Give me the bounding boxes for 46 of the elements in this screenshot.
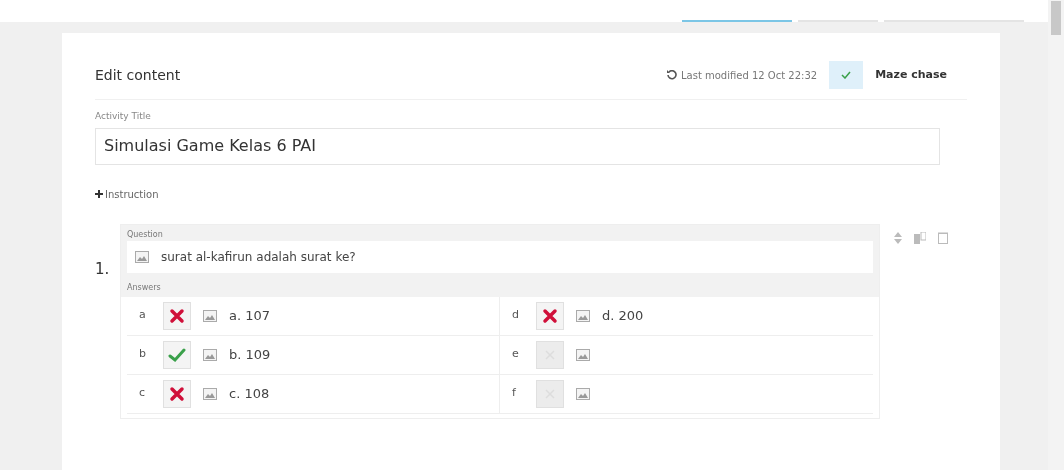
image-icon[interactable] [576, 348, 590, 361]
answer-letter: a [139, 307, 147, 324]
image-icon[interactable] [203, 309, 217, 322]
delete-icon[interactable] [938, 231, 948, 244]
cross-icon [542, 307, 558, 324]
field-label: Answers [127, 281, 162, 294]
field-label: Activity Title [95, 110, 152, 123]
answer-text[interactable]: b. 109 [229, 344, 271, 365]
answer-toggle[interactable] [163, 379, 191, 408]
answer-toggle[interactable] [536, 379, 564, 408]
image-icon[interactable] [135, 250, 149, 263]
page-title: Edit content [95, 65, 181, 85]
answer-text[interactable]: c. 108 [229, 383, 270, 404]
cross-icon [169, 385, 185, 402]
answer-toggle[interactable] [536, 340, 564, 369]
history-icon [667, 70, 677, 80]
template-name[interactable]: Maze chase [875, 66, 947, 84]
answer-toggle[interactable] [536, 301, 564, 330]
add-instruction-link[interactable]: Instruction [95, 186, 159, 202]
reorder-icon[interactable] [894, 231, 902, 244]
image-icon[interactable] [576, 387, 590, 400]
question-input[interactable]: surat al-kafirun adalah surat ke? [127, 240, 873, 273]
last-modified: Last modified 12 Oct 22:32 [681, 68, 818, 83]
image-icon[interactable] [576, 309, 590, 322]
answer-letter: c [139, 385, 147, 402]
answer-text[interactable]: a. 107 [229, 305, 271, 326]
field-label: Question [127, 228, 164, 241]
cross-icon [169, 307, 185, 324]
title-input[interactable]: Simulasi Game Kelas 6 PAI [95, 127, 940, 165]
image-icon[interactable] [203, 348, 217, 361]
answer-letter: e [512, 346, 520, 363]
answer-toggle[interactable] [163, 340, 191, 369]
check-icon [841, 71, 852, 79]
duplicate-icon[interactable] [914, 231, 926, 244]
question-text: surat al-kafirun adalah surat ke? [161, 248, 356, 266]
plus-icon [95, 190, 103, 198]
answer-text[interactable]: d. 200 [602, 305, 644, 326]
scrollbar-thumb[interactable] [1051, 1, 1061, 35]
answer-toggle[interactable] [163, 301, 191, 330]
answer-letter: d [512, 307, 520, 324]
answer-letter: f [512, 385, 517, 402]
answer-letter: b [139, 346, 147, 363]
image-icon[interactable] [203, 387, 217, 400]
check-icon [168, 346, 186, 363]
template-thumbnail[interactable] [829, 61, 864, 89]
question-number: 1. [95, 258, 111, 280]
